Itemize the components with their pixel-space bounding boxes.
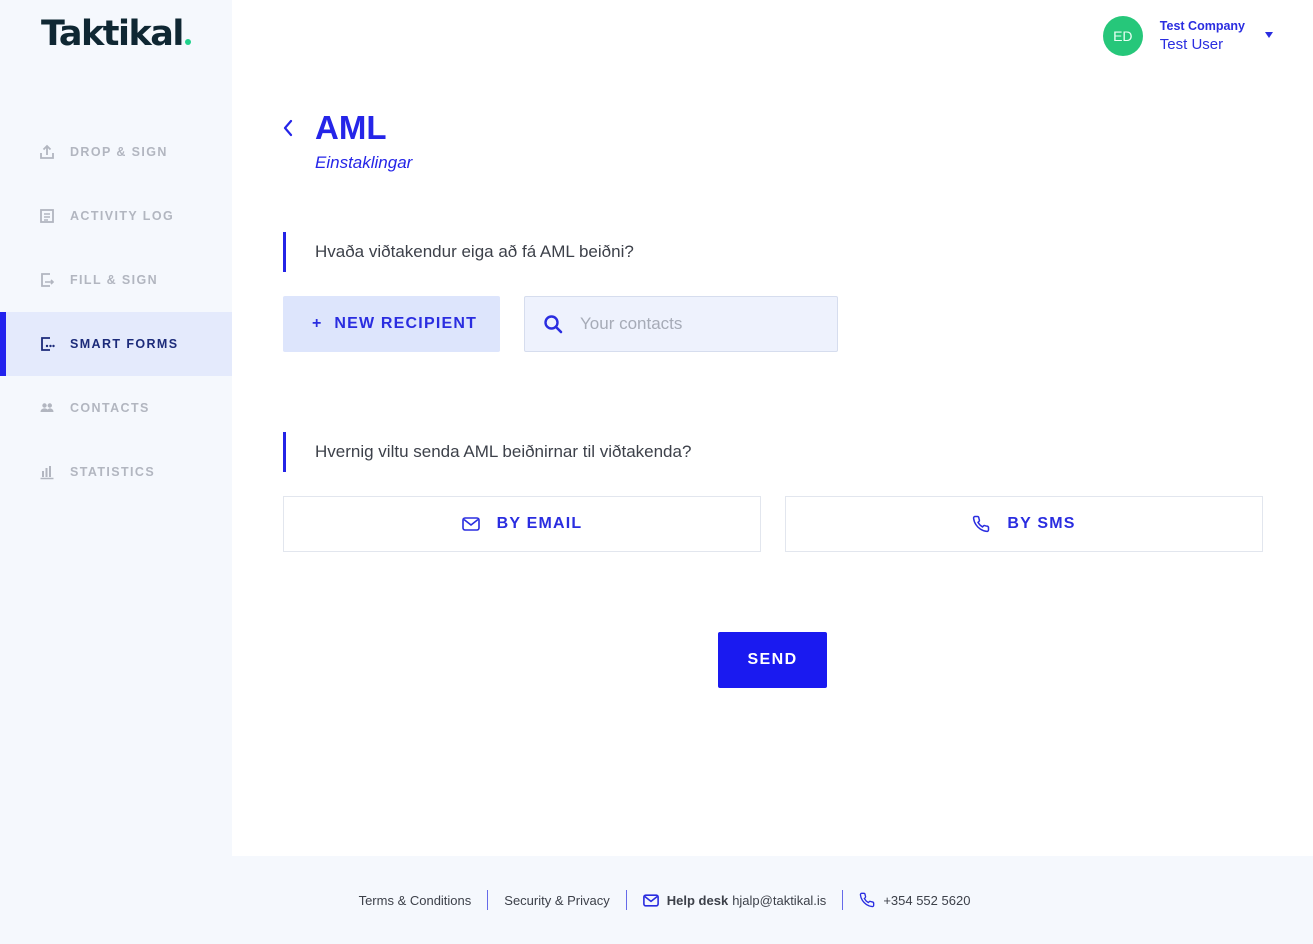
log-icon	[39, 208, 55, 224]
back-button[interactable]	[282, 118, 294, 143]
sidebar: Taktikal DROP & SIGN ACTIVITY LOG FILL &…	[0, 0, 232, 856]
user-name: Test User	[1159, 36, 1224, 53]
avatar: ED	[1102, 16, 1143, 56]
helpdesk-label: Help desk	[666, 892, 729, 908]
security-link[interactable]: Security & Privacy	[504, 893, 609, 908]
sidebar-item-contacts[interactable]: CONTACTS	[0, 376, 232, 440]
footer-divider	[487, 890, 489, 910]
new-recipient-button[interactable]: + NEW RECIPIENT	[283, 296, 500, 352]
sidebar-item-statistics[interactable]: STATISTICS	[0, 440, 232, 504]
mail-icon	[642, 893, 659, 907]
contacts-icon	[39, 400, 55, 416]
smart-forms-icon	[39, 336, 55, 352]
search-icon	[544, 315, 563, 334]
logo-dot	[184, 39, 191, 45]
user-info: Test Company Test User	[1160, 19, 1245, 53]
chevron-left-icon	[283, 119, 293, 137]
phone-icon	[859, 892, 875, 908]
user-menu[interactable]: ED Test Company Test User	[1102, 16, 1273, 56]
plus-icon: +	[312, 315, 322, 332]
sidebar-item-label: STATISTICS	[70, 465, 156, 479]
sidebar-item-label: DROP & SIGN	[70, 145, 168, 159]
sidebar-item-smart-forms[interactable]: SMART FORMS	[0, 312, 232, 376]
sidebar-item-fill-sign[interactable]: FILL & SIGN	[0, 248, 232, 312]
page-title: AML	[315, 109, 387, 146]
page-subtitle: Einstaklingar	[315, 153, 413, 172]
phone-icon	[973, 515, 990, 533]
new-recipient-label: NEW RECIPIENT	[334, 315, 478, 332]
main-content: ED Test Company Test User AML Einstaklin…	[232, 0, 1313, 856]
sidebar-item-label: SMART FORMS	[70, 337, 179, 351]
caret-down-icon[interactable]	[1265, 32, 1273, 38]
phone-number: +354 552 5620	[883, 892, 971, 908]
upload-icon	[39, 144, 55, 160]
company-name: Test Company	[1159, 19, 1245, 33]
sidebar-item-label: CONTACTS	[70, 401, 150, 415]
by-email-label: BY EMAIL	[496, 515, 583, 532]
sidebar-item-label: FILL & SIGN	[70, 273, 159, 287]
footer-divider	[842, 890, 844, 910]
question-method: Hvernig viltu senda AML beiðnirnar til v…	[283, 432, 883, 472]
sidebar-item-drop-sign[interactable]: DROP & SIGN	[0, 120, 232, 184]
fill-sign-icon	[39, 272, 55, 288]
sidebar-nav: DROP & SIGN ACTIVITY LOG FILL & SIGN SMA…	[0, 120, 232, 504]
question-recipients: Hvaða viðtakendur eiga að fá AML beiðni?	[283, 232, 883, 272]
footer: Terms & Conditions Security & Privacy He…	[0, 856, 1313, 944]
terms-link[interactable]: Terms & Conditions	[359, 893, 472, 908]
footer-divider	[625, 890, 627, 910]
by-sms-label: BY SMS	[1007, 515, 1076, 532]
helpdesk[interactable]: Help desk hjalp@taktikal.is	[642, 892, 826, 908]
phone-contact[interactable]: +354 552 5620	[859, 892, 970, 908]
contacts-search	[524, 296, 838, 352]
helpdesk-email[interactable]: hjalp@taktikal.is	[732, 893, 826, 908]
send-button[interactable]: SEND	[718, 632, 827, 688]
contacts-search-input[interactable]	[580, 314, 820, 334]
by-email-button[interactable]: BY EMAIL	[283, 496, 761, 552]
taktikal-logo[interactable]: Taktikal	[41, 14, 191, 54]
sidebar-item-label: ACTIVITY LOG	[70, 209, 175, 223]
statistics-icon	[39, 464, 55, 480]
by-sms-button[interactable]: BY SMS	[785, 496, 1263, 552]
sidebar-item-activity-log[interactable]: ACTIVITY LOG	[0, 184, 232, 248]
mail-icon	[461, 517, 480, 531]
